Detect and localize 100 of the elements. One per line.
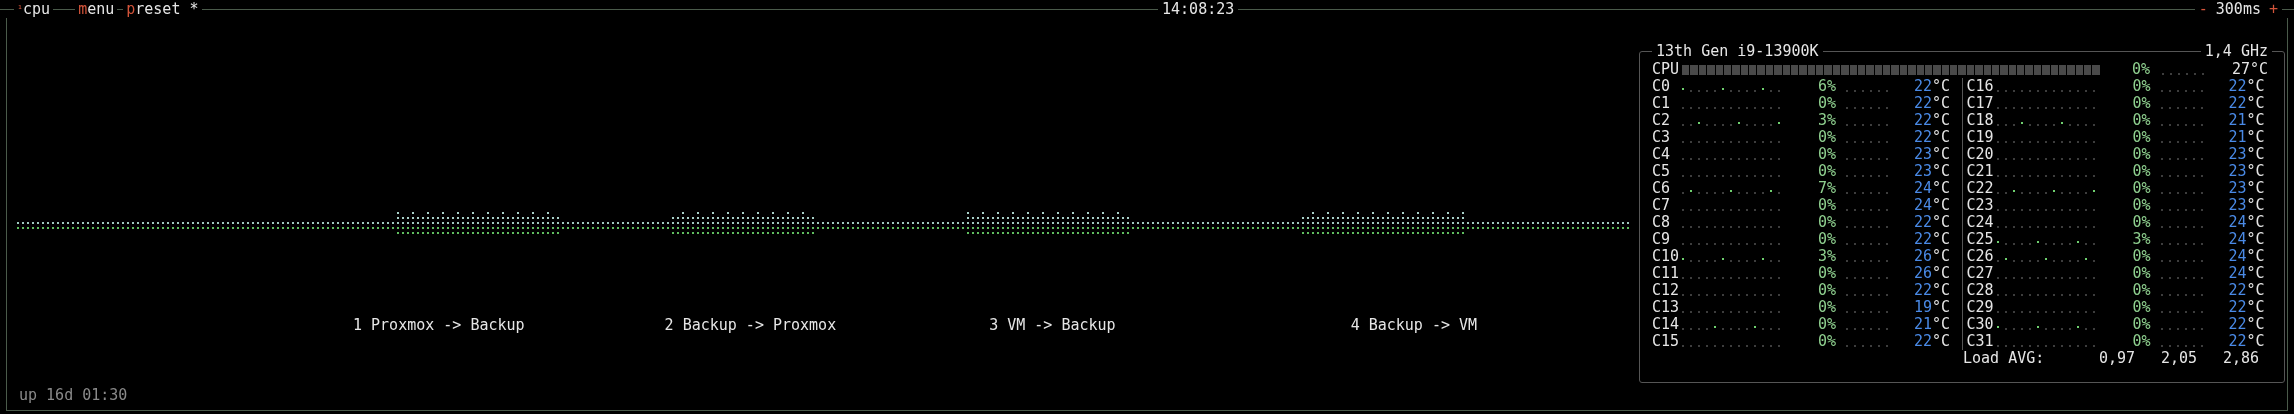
cpu-frequency: 1,4 GHz bbox=[2200, 43, 2272, 60]
core-name: C15 bbox=[1652, 333, 1681, 350]
core-usage: 0% bbox=[2131, 197, 2151, 214]
core-usage: 0% bbox=[2131, 78, 2151, 95]
core-graph-drawing bbox=[1846, 87, 1888, 92]
core-usage: 0% bbox=[2131, 299, 2151, 316]
uptime: up 16d 01:30 bbox=[19, 387, 128, 404]
core-name: C12 bbox=[1652, 282, 1681, 299]
core-name: C24 bbox=[1966, 214, 1995, 231]
core-name: C17 bbox=[1966, 95, 1995, 112]
core-graph-drawing bbox=[2160, 325, 2203, 330]
core-usage: 0% bbox=[2131, 282, 2151, 299]
load-average-value: 2,05 bbox=[2159, 350, 2197, 367]
core-temperature: 22°C bbox=[2227, 282, 2265, 299]
core-temperature: 26°C bbox=[1912, 248, 1950, 265]
load-average-value: 2,86 bbox=[2221, 350, 2259, 367]
core-graph-drawing bbox=[1846, 325, 1888, 330]
core-name: C29 bbox=[1966, 299, 1995, 316]
core-name: C21 bbox=[1966, 163, 1995, 180]
core-name: C5 bbox=[1652, 163, 1672, 180]
core-temperature: 23°C bbox=[2227, 180, 2265, 197]
core-name: C26 bbox=[1966, 248, 1995, 265]
core-name: C28 bbox=[1966, 282, 1995, 299]
core-graph-drawing bbox=[1846, 257, 1888, 262]
core-graph-drawing bbox=[2160, 172, 2203, 177]
core-graph-drawing bbox=[1846, 342, 1888, 347]
core-name: C25 bbox=[1966, 231, 1995, 248]
cpu-temperature: 27°C bbox=[2230, 61, 2268, 78]
core-temperature: 22°C bbox=[1912, 95, 1950, 112]
core-graph-drawing bbox=[1846, 121, 1888, 126]
core-graph-drawing bbox=[2160, 138, 2203, 143]
core-name: C2 bbox=[1652, 112, 1672, 129]
core-name: C31 bbox=[1966, 333, 1995, 350]
core-usage: 0% bbox=[2131, 316, 2151, 333]
menu-tab[interactable]: ¹cpu bbox=[14, 0, 54, 18]
core-usage: 0% bbox=[2131, 214, 2151, 231]
core-name: C3 bbox=[1652, 129, 1672, 146]
menu-tab[interactable]: menu bbox=[75, 0, 118, 18]
core-name: C0 bbox=[1652, 78, 1672, 95]
core-graph-drawing bbox=[2160, 121, 2203, 126]
core-graph-drawing bbox=[2160, 104, 2203, 109]
core-temperature: 22°C bbox=[1912, 78, 1950, 95]
core-usage: 0% bbox=[2131, 95, 2151, 112]
core-usage: 0% bbox=[1816, 316, 1836, 333]
core-temperature: 23°C bbox=[1912, 163, 1950, 180]
core-graph-drawing bbox=[1846, 274, 1888, 279]
core-temperature: 23°C bbox=[2227, 146, 2265, 163]
core-temperature: 24°C bbox=[2227, 214, 2265, 231]
increase-interval-button[interactable]: + bbox=[2264, 0, 2282, 18]
core-usage: 0% bbox=[1816, 95, 1836, 112]
core-name: C23 bbox=[1966, 197, 1995, 214]
load-average-value: 0,97 bbox=[2097, 350, 2135, 367]
menu-tab[interactable]: preset * bbox=[123, 0, 202, 18]
core-graph-drawing bbox=[1846, 138, 1888, 143]
core-usage: 0% bbox=[1816, 129, 1836, 146]
core-graph-drawing bbox=[2160, 87, 2203, 92]
core-name: C18 bbox=[1966, 112, 1995, 129]
core-temperature: 22°C bbox=[1912, 112, 1950, 129]
cpu-usage: 0% bbox=[2130, 61, 2150, 78]
core-usage: 3% bbox=[1816, 112, 1836, 129]
core-temperature: 24°C bbox=[2227, 248, 2265, 265]
core-temperature: 21°C bbox=[1912, 316, 1950, 333]
core-graph-drawing bbox=[1846, 172, 1888, 177]
core-name: C20 bbox=[1966, 146, 1995, 163]
core-temperature: 23°C bbox=[2227, 163, 2265, 180]
graph-annotation: 2 Backup -> Proxmox bbox=[664, 317, 837, 334]
core-graph-drawing bbox=[1846, 104, 1888, 109]
core-usage: 0% bbox=[2131, 129, 2151, 146]
core-name: C6 bbox=[1652, 180, 1672, 197]
core-temperature: 19°C bbox=[1912, 299, 1950, 316]
core-usage: 0% bbox=[1816, 197, 1836, 214]
core-temperature: 22°C bbox=[1912, 214, 1950, 231]
core-graph-drawing bbox=[1846, 240, 1888, 245]
core-usage: 0% bbox=[2131, 333, 2151, 350]
core-name: C19 bbox=[1966, 129, 1995, 146]
core-graph-drawing bbox=[2160, 257, 2203, 262]
core-name: C13 bbox=[1652, 299, 1681, 316]
core-graph-drawing bbox=[2160, 206, 2203, 211]
clock: 14:08:23 bbox=[1161, 0, 1236, 18]
core-temperature: 24°C bbox=[1912, 197, 1950, 214]
decrease-interval-button[interactable]: - bbox=[2194, 0, 2212, 18]
core-name: C7 bbox=[1652, 197, 1672, 214]
core-name: C9 bbox=[1652, 231, 1672, 248]
core-graph-drawing bbox=[1846, 155, 1888, 160]
core-usage: 0% bbox=[2131, 180, 2151, 197]
core-temperature: 21°C bbox=[2227, 129, 2265, 146]
graph-annotation: 4 Backup -> VM bbox=[1350, 317, 1478, 334]
core-temperature: 24°C bbox=[1912, 180, 1950, 197]
core-temperature: 21°C bbox=[2227, 112, 2265, 129]
core-usage: 3% bbox=[2131, 231, 2151, 248]
core-temperature: 23°C bbox=[1912, 146, 1950, 163]
graph-annotation: 1 Proxmox -> Backup bbox=[353, 317, 525, 334]
core-graph-drawing bbox=[2160, 291, 2203, 296]
core-temperature: 26°C bbox=[1912, 265, 1950, 282]
core-graph-drawing bbox=[2160, 223, 2203, 228]
core-temperature: 22°C bbox=[1912, 129, 1950, 146]
core-temperature: 22°C bbox=[2227, 95, 2265, 112]
core-usage: 0% bbox=[1816, 214, 1836, 231]
core-usage: 7% bbox=[1816, 180, 1836, 197]
core-temperature: 22°C bbox=[1912, 333, 1950, 350]
